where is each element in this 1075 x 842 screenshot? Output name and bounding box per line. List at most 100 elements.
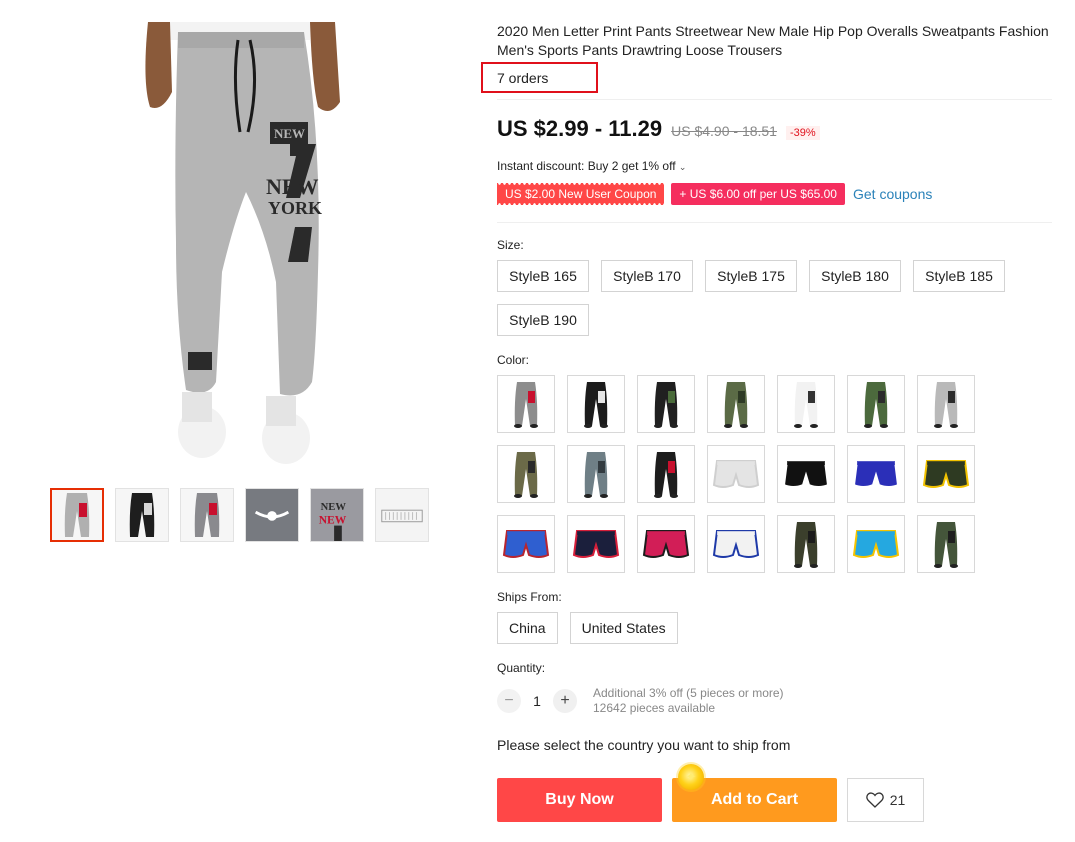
thumbnail-3[interactable] xyxy=(180,488,234,542)
ships-from-options: China United States xyxy=(497,612,678,644)
chevron-down-icon: ⌄ xyxy=(678,162,687,172)
color-swatch[interactable] xyxy=(777,515,835,573)
pants-thumbnail xyxy=(654,382,678,428)
size-option[interactable]: StyleB 175 xyxy=(705,260,797,292)
thumbnail-2[interactable] xyxy=(115,488,169,542)
color-label: Color: xyxy=(497,353,530,367)
quantity-label: Quantity: xyxy=(497,661,546,675)
bulk-discount-note: Additional 3% off (5 pieces or more) xyxy=(593,686,784,700)
quantity-note: Additional 3% off (5 pieces or more) 126… xyxy=(593,686,784,716)
color-swatch[interactable] xyxy=(917,515,975,573)
shorts-thumbnail xyxy=(782,460,830,488)
color-options xyxy=(497,375,977,573)
thumbnail-5[interactable]: NEW NEW xyxy=(310,488,364,542)
pants-thumbnail xyxy=(584,452,608,498)
color-swatch[interactable] xyxy=(707,375,765,433)
thumbnail-4[interactable] xyxy=(245,488,299,542)
pants-thumbnail xyxy=(794,382,818,428)
quantity-increase-button[interactable]: + xyxy=(553,689,577,713)
price-current: US $2.99 - 11.29 xyxy=(497,116,663,141)
coupon-row: US $2.00 New User Coupon + US $6.00 off … xyxy=(497,182,932,206)
color-swatch[interactable] xyxy=(637,445,695,503)
divider xyxy=(497,99,1052,100)
get-coupons-link[interactable]: Get coupons xyxy=(853,186,932,202)
color-swatch[interactable] xyxy=(847,515,905,573)
add-to-cart-button[interactable]: ✦ Add to Cart xyxy=(672,764,837,822)
instant-discount[interactable]: Instant discount: Buy 2 get 1% off ⌄ xyxy=(497,159,686,173)
thumbnail-1[interactable] xyxy=(50,488,104,542)
heart-icon xyxy=(865,792,884,808)
svg-text:NEW: NEW xyxy=(319,515,347,527)
price-row: US $2.99 - 11.29 US $4.90 - 18.51 -39% xyxy=(497,116,820,142)
size-options: StyleB 165 StyleB 170 StyleB 175 StyleB … xyxy=(497,260,1037,336)
action-buttons: Buy Now ✦ Add to Cart 21 xyxy=(497,764,924,822)
product-title: 2020 Men Letter Print Pants Streetwear N… xyxy=(497,23,1049,58)
svg-text:YORK: YORK xyxy=(268,198,322,218)
ship-option-china[interactable]: China xyxy=(497,612,558,644)
thumbnail-strip: NEW NEW xyxy=(50,488,429,542)
quantity-stepper: − 1 + Additional 3% off (5 pieces or mor… xyxy=(497,686,784,716)
main-product-image[interactable]: NEW NEW YORK xyxy=(50,22,430,477)
shorts-thumbnail xyxy=(852,530,900,558)
price-original: US $4.90 - 18.51 xyxy=(671,123,777,139)
product-info: 2020 Men Letter Print Pants Streetwear N… xyxy=(497,22,1052,60)
pants-thumbnail xyxy=(934,522,958,568)
add-to-cart-label: Add to Cart xyxy=(710,791,799,808)
svg-text:NEW: NEW xyxy=(321,502,347,513)
pants-thumbnail xyxy=(584,382,608,428)
shorts-thumbnail xyxy=(852,460,900,488)
pants-thumbnail xyxy=(864,382,888,428)
color-swatch[interactable] xyxy=(777,445,835,503)
color-swatch[interactable] xyxy=(777,375,835,433)
shorts-thumbnail xyxy=(642,530,690,558)
svg-text:NEW: NEW xyxy=(266,174,319,199)
pants-thumbnail xyxy=(794,522,818,568)
thumbnail-6[interactable] xyxy=(375,488,429,542)
pants-thumbnail xyxy=(724,382,748,428)
coin-sparkle-icon: ✦ xyxy=(678,764,704,790)
shorts-thumbnail xyxy=(922,460,970,488)
svg-text:NEW: NEW xyxy=(274,126,305,141)
color-swatch[interactable] xyxy=(567,445,625,503)
sweatpants-photo: NEW NEW YORK xyxy=(145,22,340,464)
size-option[interactable]: StyleB 165 xyxy=(497,260,589,292)
color-swatch[interactable] xyxy=(707,445,765,503)
size-option[interactable]: StyleB 170 xyxy=(601,260,693,292)
discount-badge: -39% xyxy=(785,126,820,140)
store-coupon[interactable]: + US $6.00 off per US $65.00 xyxy=(671,183,845,205)
new-user-coupon[interactable]: US $2.00 New User Coupon xyxy=(497,182,665,206)
stock-available: 12642 pieces available xyxy=(593,701,716,715)
color-swatch[interactable] xyxy=(567,375,625,433)
pants-thumbnail xyxy=(654,452,678,498)
color-swatch[interactable] xyxy=(497,445,555,503)
ships-from-label: Ships From: xyxy=(497,590,562,604)
shorts-thumbnail xyxy=(712,460,760,488)
pants-thumbnail xyxy=(514,452,538,498)
wishlist-count: 21 xyxy=(889,792,906,808)
quantity-decrease-button[interactable]: − xyxy=(497,689,521,713)
shorts-thumbnail xyxy=(572,530,620,558)
size-label: Size: xyxy=(497,238,524,252)
color-swatch[interactable] xyxy=(847,445,905,503)
shorts-thumbnail xyxy=(712,530,760,558)
wishlist-button[interactable]: 21 xyxy=(847,778,924,822)
pants-thumbnail xyxy=(514,382,538,428)
color-swatch[interactable] xyxy=(497,375,555,433)
color-swatch[interactable] xyxy=(567,515,625,573)
instant-discount-label: Instant discount: Buy 2 get 1% off xyxy=(497,159,676,173)
color-swatch[interactable] xyxy=(497,515,555,573)
color-swatch[interactable] xyxy=(707,515,765,573)
buy-now-button[interactable]: Buy Now xyxy=(497,778,662,822)
size-option[interactable]: StyleB 185 xyxy=(913,260,1005,292)
shorts-thumbnail xyxy=(502,530,550,558)
pants-thumbnail xyxy=(934,382,958,428)
color-swatch[interactable] xyxy=(847,375,905,433)
ship-option-united-states[interactable]: United States xyxy=(569,612,678,644)
quantity-value[interactable]: 1 xyxy=(521,693,553,709)
size-option[interactable]: StyleB 180 xyxy=(809,260,901,292)
color-swatch[interactable] xyxy=(917,445,975,503)
color-swatch[interactable] xyxy=(637,375,695,433)
size-option[interactable]: StyleB 190 xyxy=(497,304,589,336)
color-swatch[interactable] xyxy=(637,515,695,573)
color-swatch[interactable] xyxy=(917,375,975,433)
